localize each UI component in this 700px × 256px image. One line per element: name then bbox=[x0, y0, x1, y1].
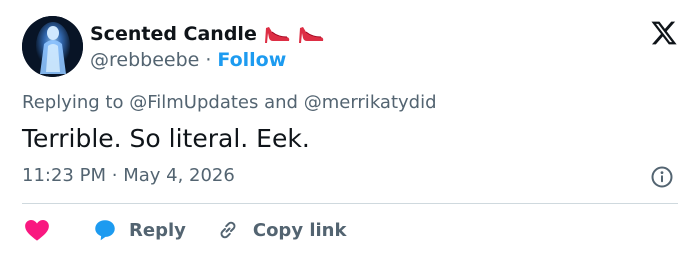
x-logo-icon[interactable] bbox=[650, 19, 678, 47]
high-heel-shoe-icon bbox=[298, 27, 324, 43]
avatar-image bbox=[22, 16, 83, 77]
reply-button[interactable]: Reply bbox=[92, 217, 186, 243]
reply-label: Reply bbox=[129, 219, 186, 241]
handle-row: @rebbeebe · Follow bbox=[90, 47, 286, 73]
mention-link[interactable]: @FilmUpdates bbox=[129, 92, 258, 113]
reply-context-conjunction: and bbox=[264, 92, 298, 113]
tweet-date: May 4, 2026 bbox=[123, 165, 235, 186]
tweet-text: Terrible. So literal. Eek. bbox=[22, 124, 310, 153]
tweet-embed-card: Scented Candle @rebbeebe · Follow Replyi… bbox=[0, 0, 700, 256]
speech-bubble-icon bbox=[95, 220, 115, 241]
tweet-time: 11:23 PM bbox=[22, 165, 106, 186]
follow-button[interactable]: Follow bbox=[217, 49, 286, 71]
display-name[interactable]: Scented Candle bbox=[90, 23, 257, 45]
mention-link[interactable]: @merrikatydid bbox=[304, 92, 437, 113]
user-handle[interactable]: @rebbeebe bbox=[90, 49, 199, 71]
heart-icon bbox=[25, 220, 49, 241]
copy-link-button[interactable]: Copy link bbox=[216, 218, 347, 242]
reply-context: Replying to @FilmUpdates and @merrikatyd… bbox=[22, 92, 437, 113]
separator-dot: · bbox=[111, 165, 118, 186]
copy-link-label: Copy link bbox=[252, 219, 347, 241]
like-button[interactable] bbox=[22, 215, 52, 245]
display-name-row: Scented Candle bbox=[90, 20, 325, 48]
info-icon[interactable] bbox=[650, 165, 674, 189]
avatar[interactable] bbox=[22, 16, 83, 77]
reply-context-prefix: Replying to bbox=[22, 92, 124, 113]
high-heel-shoe-icon bbox=[264, 27, 290, 43]
divider bbox=[22, 203, 678, 204]
link-icon bbox=[220, 221, 236, 239]
separator-dot: · bbox=[205, 49, 212, 71]
tweet-timestamp[interactable]: 11:23 PM · May 4, 2026 bbox=[22, 165, 235, 186]
action-bar: Reply Copy link bbox=[22, 214, 346, 246]
